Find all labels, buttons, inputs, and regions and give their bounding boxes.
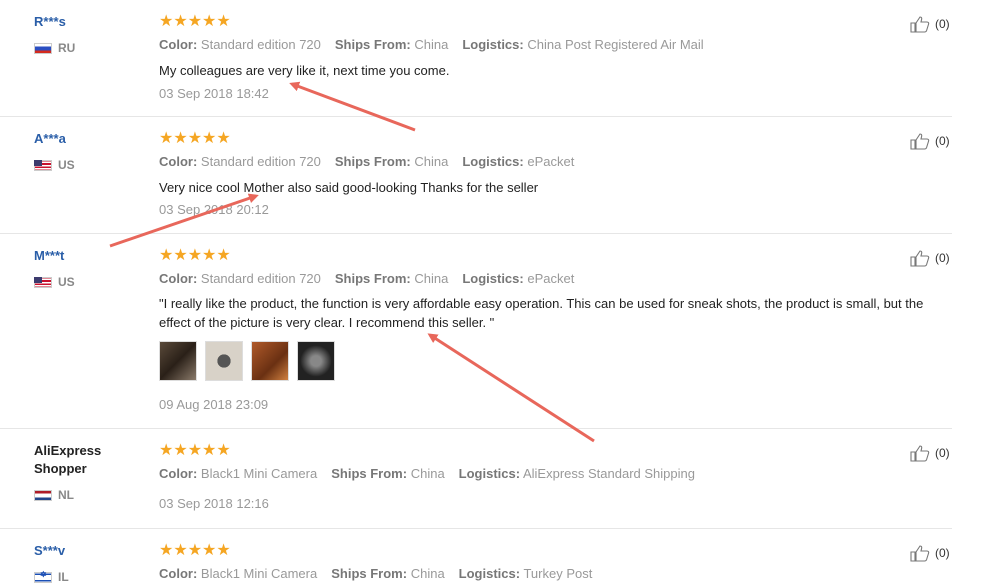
country-code: NL [58,488,74,502]
review-date: 03 Sep 2018 12:16 [159,496,269,511]
ships-from-value: China [410,566,445,581]
helpful-button[interactable]: (0) [910,132,950,150]
review-photos [159,341,335,381]
helpful-button[interactable]: (0) [910,15,950,33]
color-value: Standard edition 720 [200,271,321,286]
logistics-value: Turkey Post [523,566,593,581]
ships-from-label: Ships From: [334,271,411,286]
ships-from-label: Ships From: [331,466,408,481]
review-date: 03 Sep 2018 20:12 [159,202,269,217]
logistics-value: AliExpress Standard Shipping [522,466,695,481]
flag-us-icon [34,276,52,288]
country-code: US [58,158,75,172]
color-label: Color: [159,566,198,581]
country-code: US [58,275,75,289]
country-code: RU [58,41,76,55]
logistics-label: Logistics: [462,37,524,52]
rating-stars: ★★★★★ [159,247,231,264]
reviewer-name[interactable]: R***s [34,13,144,31]
color-label: Color: [159,154,198,169]
ships-from-value: China [410,466,445,481]
review-photo-thumbnail[interactable] [205,341,243,381]
rating-stars: ★★★★★ [159,130,231,147]
color-label: Color: [159,466,198,481]
reviewer-country: US [34,158,75,172]
helpful-button[interactable]: (0) [910,249,950,267]
reviewer-country: RU [34,41,75,55]
ships-from-value: China [414,37,449,52]
ships-from-label: Ships From: [331,566,408,581]
color-value: Standard edition 720 [200,154,321,169]
reviewer-name[interactable]: S***v [34,542,144,560]
logistics-label: Logistics: [462,154,524,169]
ships-from-value: China [414,271,449,286]
review-meta: Color: Standard edition 720 Ships From: C… [159,37,704,52]
rating-stars: ★★★★★ [159,542,231,559]
review-photo-thumbnail[interactable] [297,341,335,381]
review-meta: Color: Standard edition 720 Ships From: C… [159,271,574,286]
thumbs-up-icon[interactable] [910,15,932,33]
review-meta: Color: Standard edition 720 Ships From: C… [159,154,574,169]
logistics-value: ePacket [527,271,575,286]
review-date: 09 Aug 2018 23:09 [159,397,269,412]
ships-from-label: Ships From: [334,154,411,169]
ships-from-value: China [414,154,449,169]
thumbs-up-icon[interactable] [910,249,932,267]
country-code: IL [58,570,69,584]
reviewer-name[interactable]: M***t [34,247,144,265]
ships-from-label: Ships From: [334,37,411,52]
flag-nl-icon [34,489,52,501]
helpful-count: (0) [935,546,950,560]
thumbs-up-icon[interactable] [910,444,932,462]
logistics-label: Logistics: [462,271,524,286]
review-text: Very nice cool Mother also said good-loo… [159,180,539,195]
review-date: 03 Sep 2018 18:42 [159,86,269,101]
helpful-button[interactable]: (0) [910,544,950,562]
color-label: Color: [159,271,198,286]
logistics-value: China Post Registered Air Mail [527,37,704,52]
flag-ru-icon [34,42,52,54]
flag-us-icon [34,159,52,171]
flag-il-icon [34,570,52,583]
thumbs-up-icon[interactable] [910,544,932,562]
thumbs-up-icon[interactable] [910,132,932,150]
reviewer-name[interactable]: A***a [34,130,144,148]
helpful-count: (0) [935,134,950,148]
color-value: Black1 Mini Camera [200,566,318,581]
logistics-value: ePacket [527,154,575,169]
helpful-count: (0) [935,17,950,31]
review-text: "I really like the product, the function… [159,296,924,330]
reviewer-name: AliExpress Shopper [34,443,102,476]
color-value: Black1 Mini Camera [200,466,318,481]
review-meta: Color: Black1 Mini Camera Ships From: Chi… [159,466,695,481]
rating-stars: ★★★★★ [159,13,231,30]
logistics-label: Logistics: [458,466,521,481]
review-photo-thumbnail[interactable] [159,341,197,381]
helpful-count: (0) [935,251,950,265]
color-value: Standard edition 720 [200,37,321,52]
review-meta: Color: Black1 Mini Camera Ships From: Chi… [159,566,592,581]
helpful-button[interactable]: (0) [910,444,950,462]
logistics-label: Logistics: [458,566,521,581]
color-label: Color: [159,37,198,52]
rating-stars: ★★★★★ [159,442,231,459]
reviewer-country: US [34,275,75,289]
review-photo-thumbnail[interactable] [251,341,289,381]
reviewer-country: NL [34,488,74,502]
review-text: My colleagues are very like it, next tim… [159,63,450,78]
reviewer-country: IL [34,570,69,584]
helpful-count: (0) [935,446,950,460]
